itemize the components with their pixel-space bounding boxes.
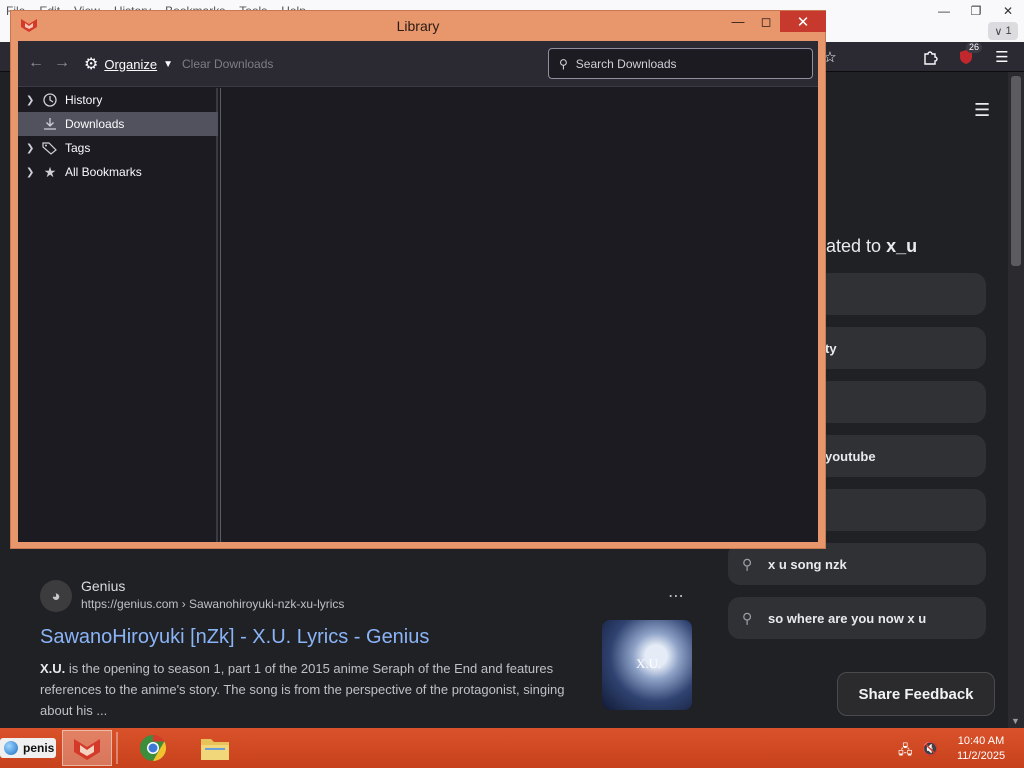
clear-downloads-button[interactable]: Clear Downloads xyxy=(182,57,273,71)
downloads-list[interactable] xyxy=(220,88,818,542)
result-url[interactable]: https://genius.com › Sawanohiroyuki-nzk-… xyxy=(81,597,344,611)
forward-arrow-icon[interactable]: → xyxy=(52,53,72,73)
scroll-down-icon[interactable]: ▼ xyxy=(1011,716,1020,726)
library-titlebar[interactable]: Library — ◻ ✕ xyxy=(11,11,826,41)
start-button[interactable]: penis xyxy=(0,738,56,758)
minimize-button[interactable]: — xyxy=(724,11,752,32)
sidebar-item-downloads[interactable]: Downloads xyxy=(18,112,218,136)
thumbnail-text: X.U. xyxy=(636,656,662,671)
library-window: Library — ◻ ✕ ← → ⚙ Organize ▼ Clear Dow… xyxy=(10,10,826,549)
extensions-puzzle-icon[interactable] xyxy=(920,47,940,67)
chevron-right-icon[interactable]: ❯ xyxy=(26,167,38,178)
library-window-controls: — ◻ ✕ xyxy=(724,11,826,33)
clock-time: 10:40 AM xyxy=(957,735,1005,747)
download-icon xyxy=(42,117,58,131)
start-label: penis xyxy=(23,741,55,755)
chevron-down-icon: ∨ xyxy=(994,25,1003,38)
search-icon: ⚲ xyxy=(742,609,753,626)
start-orb-icon xyxy=(4,741,18,755)
search-icon: ⚲ xyxy=(559,56,568,71)
tag-icon xyxy=(42,141,58,155)
star-icon: ★ xyxy=(43,163,57,180)
related-searches-heading: elated to x_u xyxy=(812,236,918,256)
sidebar-item-all-bookmarks[interactable]: ❯ ★ All Bookmarks xyxy=(18,160,218,184)
page-scrollbar[interactable]: ▼ xyxy=(1008,72,1024,728)
chevron-right-icon[interactable]: ❯ xyxy=(26,143,38,154)
genius-favicon: ◕ xyxy=(40,580,72,612)
library-toolbar: ← → ⚙ Organize ▼ Clear Downloads ⚲ xyxy=(18,41,818,87)
library-title: Library xyxy=(396,18,440,34)
taskbar: penis 🖧 🔇 10:40 AM 11/2/2025 xyxy=(0,728,1024,768)
clock-icon xyxy=(42,93,58,107)
organize-button[interactable]: ⚙ Organize ▼ xyxy=(84,54,173,74)
close-button[interactable]: ✕ xyxy=(780,11,826,32)
search-menu-icon[interactable]: ☰ xyxy=(974,100,990,121)
library-sidebar: ❯ History Downloads ❯ Tags ❯ ★ All Bookm… xyxy=(18,88,218,542)
browser-window-controls: — ❐ ✕ xyxy=(928,0,1024,22)
sidebar-item-label: History xyxy=(65,93,103,107)
sidebar-item-label: Downloads xyxy=(65,117,125,131)
library-client-area: ← → ⚙ Organize ▼ Clear Downloads ⚲ ❯ His… xyxy=(18,41,818,542)
scrollbar-thumb[interactable] xyxy=(1011,76,1021,266)
addon-badge: 26 xyxy=(965,42,982,53)
organize-label: Organize xyxy=(104,56,158,72)
gear-icon: ⚙ xyxy=(84,56,99,73)
back-arrow-icon[interactable]: ← xyxy=(26,53,46,73)
taskbar-file-explorer-app[interactable] xyxy=(190,730,240,766)
taskbar-browser-app[interactable] xyxy=(62,730,112,766)
tab-count: 1 xyxy=(1005,25,1012,37)
chevron-right-icon[interactable]: ❯ xyxy=(26,95,38,106)
more-options-icon[interactable]: ⋯ xyxy=(668,586,685,606)
tab-list-button[interactable]: ∨ 1 xyxy=(988,22,1018,40)
sidebar-item-label: All Bookmarks xyxy=(65,165,142,179)
folder-icon xyxy=(201,739,229,760)
taskbar-chrome-app[interactable] xyxy=(128,730,178,766)
network-icon[interactable]: 🖧 xyxy=(898,741,913,763)
sidebar-item-tags[interactable]: ❯ Tags xyxy=(18,136,218,160)
related-search-item[interactable]: ⚲ so where are you now x u xyxy=(728,597,986,639)
sidebar-item-history[interactable]: ❯ History xyxy=(18,88,218,112)
search-icon: ⚲ xyxy=(742,555,753,572)
browser-restore-button[interactable]: ❐ xyxy=(960,0,992,22)
result-thumbnail[interactable]: X.U. xyxy=(602,620,692,710)
chevron-down-icon: ▼ xyxy=(163,58,173,70)
search-downloads-box[interactable]: ⚲ xyxy=(548,48,813,79)
result-title-link[interactable]: SawanoHiroyuki [nZk] - X.U. Lyrics - Gen… xyxy=(40,626,429,649)
maximize-button[interactable]: ◻ xyxy=(752,11,780,32)
ublock-shield-icon[interactable]: 26 xyxy=(956,42,982,67)
volume-muted-icon[interactable]: 🔇 xyxy=(922,741,938,757)
share-feedback-button[interactable]: Share Feedback xyxy=(837,672,995,716)
browser-close-button[interactable]: ✕ xyxy=(992,0,1024,22)
browser-minimize-button[interactable]: — xyxy=(928,0,960,22)
system-clock[interactable]: 10:40 AM 11/2/2025 xyxy=(948,734,1014,764)
related-search-item[interactable]: ⚲ x u song nzk xyxy=(728,543,986,585)
search-downloads-input[interactable] xyxy=(575,56,796,71)
result-snippet: X.U. is the opening to season 1, part 1 … xyxy=(40,661,565,718)
browser-app-icon xyxy=(74,739,100,760)
app-menu-icon[interactable]: ☰ xyxy=(992,47,1012,67)
chrome-app-icon xyxy=(140,734,167,762)
sidebar-item-label: Tags xyxy=(65,141,91,155)
result-site-name[interactable]: Genius xyxy=(81,578,125,594)
clock-date: 11/2/2025 xyxy=(956,750,1006,762)
